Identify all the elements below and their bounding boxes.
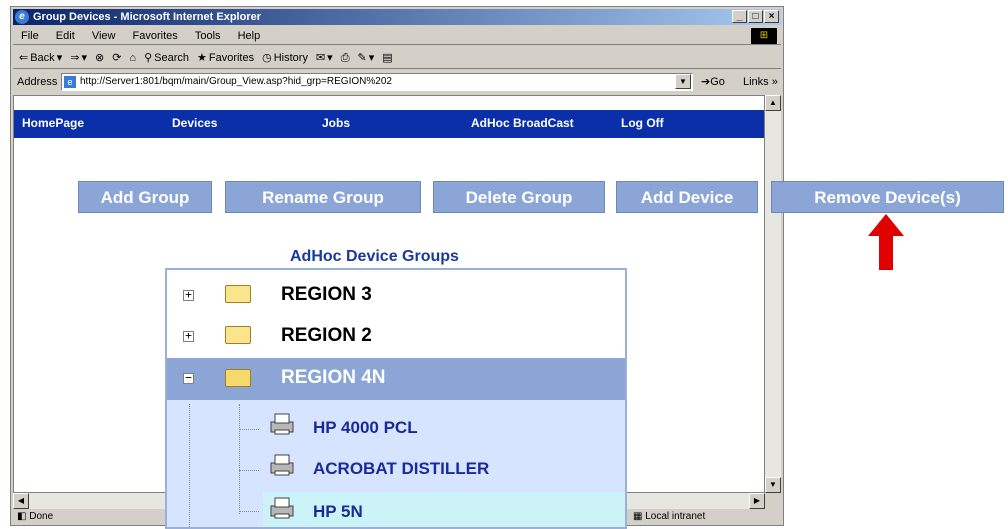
- address-bar: Address e http://Server1:801/bqm/main/Gr…: [13, 71, 781, 93]
- search-button[interactable]: ⚲ Search: [144, 47, 189, 69]
- address-label: Address: [17, 76, 58, 88]
- refresh-button[interactable]: ⟳: [112, 47, 121, 69]
- stop-button[interactable]: ⊗: [95, 47, 104, 69]
- mail-icon: ✉: [315, 51, 326, 64]
- links-button[interactable]: Links »: [743, 71, 778, 93]
- discuss-icon: ▤: [382, 51, 393, 64]
- edit-icon: ✎: [357, 51, 367, 64]
- tree-device-hp-4000-pcl[interactable]: HP 4000 PCL: [167, 410, 625, 448]
- red-arrow-icon: [868, 214, 904, 270]
- home-icon: ⌂: [129, 51, 137, 64]
- nav-adhoc-broadcast[interactable]: AdHoc BroadCast: [471, 110, 574, 136]
- title-bar: e Group Devices - Microsoft Internet Exp…: [13, 9, 781, 25]
- forward-arrow-icon: ⇒: [70, 51, 80, 64]
- favorites-button[interactable]: ★ Favorites: [197, 47, 254, 69]
- rename-group-button[interactable]: Rename Group: [225, 181, 421, 213]
- address-input[interactable]: e http://Server1:801/bqm/main/Group_View…: [61, 73, 693, 91]
- intranet-icon: ▦: [633, 511, 643, 522]
- history-button[interactable]: ◷ History: [262, 47, 308, 69]
- favorites-icon: ★: [196, 51, 207, 64]
- scroll-down-button[interactable]: ▼: [765, 477, 781, 493]
- go-button[interactable]: ➔Go: [701, 71, 725, 93]
- search-icon: ⚲: [144, 51, 153, 64]
- device-group-tree: + REGION 3 + REGION 2 − REGION 4N HP 400…: [165, 268, 627, 529]
- history-icon: ◷: [262, 51, 272, 64]
- tree-group-region-4n[interactable]: − REGION 4N: [167, 358, 625, 400]
- tree-branch-line: [239, 470, 259, 471]
- page-done-icon: ◧: [17, 511, 27, 522]
- printer-icon: [270, 454, 294, 476]
- home-button[interactable]: ⌂: [129, 47, 136, 69]
- vertical-scrollbar[interactable]: ▲ ▼: [765, 95, 781, 493]
- nav-homepage[interactable]: HomePage: [22, 110, 84, 136]
- tree-group-region-2[interactable]: + REGION 2: [167, 319, 625, 353]
- top-navigation: HomePage Devices Jobs AdHoc BroadCast Lo…: [14, 110, 764, 138]
- folder-icon: [225, 326, 251, 344]
- tree-device-acrobat-distiller[interactable]: ACROBAT DISTILLER: [167, 451, 625, 489]
- printer-icon: [270, 497, 294, 519]
- menu-help[interactable]: Help: [238, 30, 261, 42]
- groups-heading: AdHoc Device Groups: [290, 248, 459, 265]
- edit-button[interactable]: ✎ ▾: [358, 47, 375, 69]
- tree-device-hp-5n[interactable]: HP 5N: [167, 492, 625, 527]
- menu-file[interactable]: File: [21, 30, 39, 42]
- back-arrow-icon: ⇐: [19, 51, 29, 64]
- add-device-button[interactable]: Add Device: [616, 181, 758, 213]
- refresh-icon: ⟳: [112, 51, 122, 64]
- nav-devices[interactable]: Devices: [172, 110, 217, 136]
- print-icon: ⎙: [340, 51, 350, 64]
- menu-tools[interactable]: Tools: [195, 30, 221, 42]
- nav-log-off[interactable]: Log Off: [621, 110, 664, 136]
- mail-button[interactable]: ✉ ▾: [316, 47, 333, 69]
- menu-bar: File Edit View Favorites Tools Help ⊞: [13, 27, 781, 45]
- device-label: HP 4000 PCL: [313, 418, 418, 437]
- menu-view[interactable]: View: [92, 30, 116, 42]
- device-label: ACROBAT DISTILLER: [313, 459, 490, 478]
- address-dropdown[interactable]: ▼: [675, 74, 691, 89]
- menu-favorites[interactable]: Favorites: [133, 30, 178, 42]
- group-label: REGION 2: [281, 325, 372, 346]
- expand-icon[interactable]: +: [183, 289, 194, 301]
- window-title: Group Devices - Microsoft Internet Explo…: [33, 11, 261, 23]
- printer-icon: [270, 413, 294, 435]
- windows-logo: ⊞: [751, 28, 777, 44]
- delete-group-button[interactable]: Delete Group: [433, 181, 605, 213]
- nav-jobs[interactable]: Jobs: [322, 110, 350, 136]
- expand-icon[interactable]: +: [183, 330, 194, 342]
- group-label: REGION 4N: [281, 367, 386, 388]
- toolbar: ⇐ Back ▾ ⇒ ▾ ⊗ ⟳ ⌂ ⚲ Search ★ Favorites ◷ Hi…: [13, 47, 781, 69]
- tree-branch-line: [239, 511, 259, 512]
- address-url: http://Server1:801/bqm/main/Group_View.a…: [80, 76, 392, 87]
- ie-icon: e: [15, 10, 29, 24]
- collapse-icon[interactable]: −: [183, 372, 194, 384]
- maximize-button[interactable]: □: [748, 10, 763, 23]
- minimize-button[interactable]: _: [732, 10, 747, 23]
- scroll-left-button[interactable]: ◀: [13, 493, 29, 509]
- tree-branch-line: [239, 429, 259, 430]
- page-icon: e: [64, 76, 76, 88]
- scroll-up-button[interactable]: ▲: [765, 95, 781, 111]
- forward-button[interactable]: ⇒ ▾: [70, 47, 87, 69]
- open-folder-icon: [225, 369, 251, 387]
- print-button[interactable]: ⎙: [341, 47, 350, 69]
- folder-icon: [225, 285, 251, 303]
- security-zone: ▦ Local intranet: [633, 511, 706, 522]
- tree-group-region-3[interactable]: + REGION 3: [167, 278, 625, 312]
- menu-edit[interactable]: Edit: [56, 30, 75, 42]
- stop-icon: ⊗: [94, 51, 105, 64]
- add-group-button[interactable]: Add Group: [78, 181, 212, 213]
- back-button[interactable]: ⇐ Back ▾: [19, 47, 62, 69]
- remove-devices-button[interactable]: Remove Device(s): [771, 181, 1004, 213]
- close-button[interactable]: ×: [764, 10, 779, 23]
- device-label: HP 5N: [313, 502, 363, 521]
- group-label: REGION 3: [281, 284, 372, 305]
- go-arrow-icon: ➔: [701, 76, 711, 88]
- status-done: ◧ Done: [17, 511, 54, 522]
- scroll-right-button[interactable]: ▶: [749, 493, 765, 509]
- discuss-button[interactable]: ▤: [382, 47, 392, 69]
